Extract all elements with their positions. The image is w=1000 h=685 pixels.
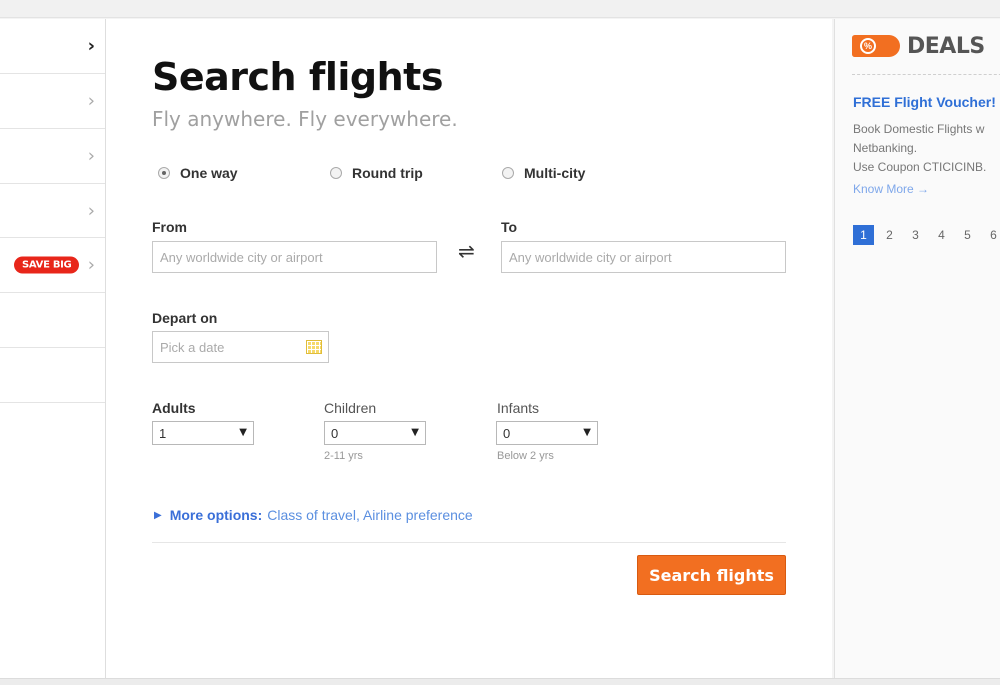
to-placeholder: Any worldwide city or airport [509,249,672,265]
depart-date-input[interactable]: Pick a date [152,331,329,363]
deal-description-line: Book Domestic Flights w [853,122,985,136]
percent-icon: % [860,38,876,54]
from-label: From [152,219,187,235]
infants-label: Infants [497,400,540,416]
nav-item[interactable]: › [0,184,105,238]
trip-type-label: One way [180,165,238,181]
page-1-button[interactable]: 1 [853,225,874,245]
from-placeholder: Any worldwide city or airport [160,249,323,265]
search-flights-panel: Search flights Fly anywhere. Fly everywh… [106,19,832,678]
more-options-label[interactable]: More options: [170,507,263,523]
top-bar [0,0,1000,18]
left-nav: › › › › SAVE BIG › [0,19,106,678]
dropdown-arrow-icon: ▼ [411,427,419,438]
page-3-button[interactable]: 3 [905,225,926,245]
page-subtitle: Fly anywhere. Fly everywhere. [152,107,458,131]
dropdown-arrow-icon: ▼ [239,427,247,438]
caret-right-icon: ▶ [154,509,162,521]
know-more-link[interactable]: Know More → [853,182,929,196]
nav-item-active[interactable]: › [0,19,105,73]
calendar-icon[interactable] [306,340,322,354]
more-options-detail[interactable]: Class of travel, Airline preference [267,507,472,523]
chevron-right-icon: › [87,145,95,167]
radio-icon[interactable] [330,167,342,179]
page-title: Search flights [152,55,443,99]
deals-heading: DEALS [907,34,985,59]
infants-hint: Below 2 yrs [497,450,554,462]
trip-type-multi-city[interactable]: Multi-city [502,165,585,181]
to-input[interactable]: Any worldwide city or airport [501,241,786,273]
trip-type-label: Round trip [352,165,423,181]
children-value: 0 [331,425,339,441]
deals-panel: % DEALS FREE Flight Voucher! Book Domest… [834,19,1000,678]
divider [152,542,786,543]
depart-label: Depart on [152,310,218,326]
search-flights-button[interactable]: Search flights [637,555,786,595]
dropdown-arrow-icon: ▼ [583,427,591,438]
nav-item[interactable] [0,348,105,403]
radio-icon[interactable] [502,167,514,179]
adults-select[interactable]: 1 ▼ [152,421,254,445]
save-big-badge: SAVE BIG [14,256,80,274]
chevron-right-icon: › [87,90,95,112]
chevron-right-icon: › [87,200,95,221]
chevron-right-icon: › [87,254,95,276]
children-label: Children [324,400,377,416]
trip-type-label: Multi-city [524,165,586,181]
adults-value: 1 [159,425,167,441]
deal-description-line: Netbanking. [853,141,918,155]
chevron-right-icon: › [87,35,95,57]
nav-item[interactable] [0,293,105,348]
deal-description-line: Use Coupon CTICICINB. [853,160,987,174]
deals-tag-icon: % [852,35,900,57]
adults-label: Adults [152,400,196,416]
deals-pagination: 1 2 3 4 5 6 [853,225,1000,245]
page-6-button[interactable]: 6 [983,225,1000,245]
more-options-toggle[interactable]: ▶ More options: Class of travel, Airline… [154,507,473,523]
trip-type-one-way[interactable]: One way [158,165,238,181]
nav-item[interactable]: › [0,73,105,129]
children-select[interactable]: 0 ▼ [324,421,426,445]
trip-type-round-trip[interactable]: Round trip [330,165,423,181]
deal-title-link[interactable]: FREE Flight Voucher! [853,94,996,110]
infants-value: 0 [503,425,511,441]
page-5-button[interactable]: 5 [957,225,978,245]
nav-item-save-big[interactable]: SAVE BIG › [0,238,105,293]
to-label: To [501,219,518,235]
infants-select[interactable]: 0 ▼ [496,421,598,445]
children-hint: 2-11 yrs [324,450,363,462]
nav-item[interactable]: › [0,129,105,184]
from-input[interactable]: Any worldwide city or airport [152,241,437,273]
radio-selected-icon[interactable] [158,167,170,179]
page-4-button[interactable]: 4 [931,225,952,245]
depart-placeholder: Pick a date [160,339,225,355]
divider [852,74,1000,75]
bottom-bar [0,678,1000,685]
swap-icon[interactable]: ⇌ [458,239,475,263]
page-2-button[interactable]: 2 [879,225,900,245]
